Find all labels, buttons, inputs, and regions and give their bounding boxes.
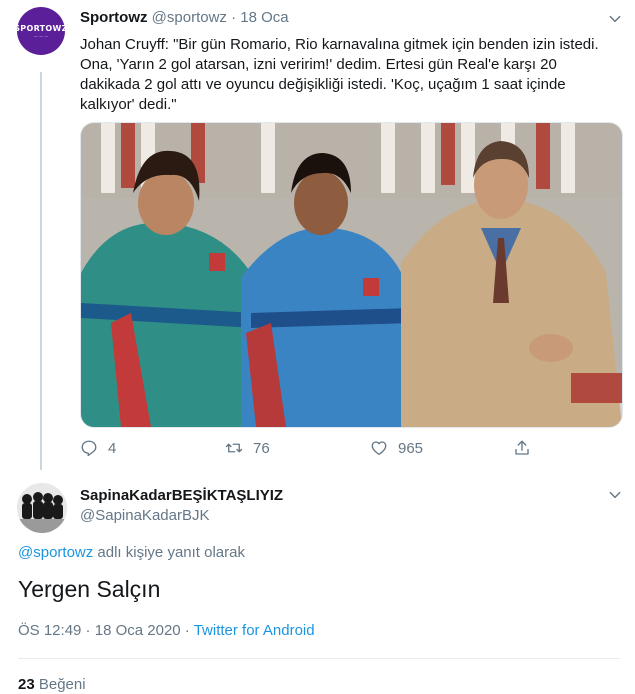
retweet-icon (225, 443, 243, 453)
display-name[interactable]: Sportowz (80, 9, 148, 26)
like-action[interactable]: 965 (370, 436, 423, 460)
tweet-photo[interactable] (80, 122, 623, 428)
likes-label: Beğeni (38, 676, 86, 693)
photo-illustration (81, 123, 622, 427)
reply-source[interactable]: Twitter for Android (194, 622, 315, 639)
reply-action[interactable]: 4 (80, 436, 116, 460)
reply-handle[interactable]: @SapinaKadarBJK (80, 507, 209, 524)
divider (18, 658, 620, 659)
tweet-text: Johan Cruyff: "Bir gün Romario, Rio karn… (80, 36, 599, 113)
share-action[interactable] (513, 436, 531, 460)
thread-line (40, 72, 42, 470)
chevron-down-icon[interactable] (608, 488, 622, 502)
avatar[interactable]: SPORTOWZ — — — (14, 7, 68, 55)
retweet-count: 76 (253, 439, 270, 457)
reply-text: Yergen Salçın (18, 576, 161, 602)
retweet-action[interactable]: 76 (225, 436, 270, 460)
reply-count: 4 (108, 439, 117, 457)
reply-meta: ÖS 12:49 · 18 Oca 2020 · Twitter for And… (18, 622, 315, 639)
reply-icon (81, 440, 97, 457)
chevron-down-icon[interactable] (608, 12, 622, 26)
replying-to: @sportowz adlı kişiye yanıt olarak (18, 544, 245, 561)
avatar[interactable] (17, 483, 67, 533)
dot-separator: · (231, 9, 237, 26)
like-count: 965 (398, 439, 424, 457)
meta-separator: · (180, 622, 194, 639)
avatar-logo-text: SPORTOWZ (14, 23, 68, 33)
reply-date[interactable]: 18 Oca 2020 (95, 622, 181, 639)
heart-icon (371, 441, 387, 456)
share-icon (515, 440, 529, 455)
reply-display-name[interactable]: SapinaKadarBEŞİKTAŞLIYIZ (80, 487, 283, 504)
avatar-logo-decoration: — — — (33, 33, 49, 39)
likes-summary[interactable]: 23 Beğeni (18, 676, 86, 693)
reply-to-label: adlı kişiye yanıt olarak (93, 544, 245, 561)
reply-time[interactable]: ÖS 12:49 (18, 622, 81, 639)
likes-count: 23 (18, 676, 35, 693)
tweet-header: Sportowz @sportowz · 18 Oca (80, 9, 289, 26)
tweet-date[interactable]: 18 Oca (240, 9, 288, 26)
group-photo-icon (17, 483, 67, 533)
handle[interactable]: @sportowz (152, 9, 227, 26)
meta-separator: · (81, 622, 95, 639)
reply-to-mention[interactable]: @sportowz (18, 544, 93, 561)
